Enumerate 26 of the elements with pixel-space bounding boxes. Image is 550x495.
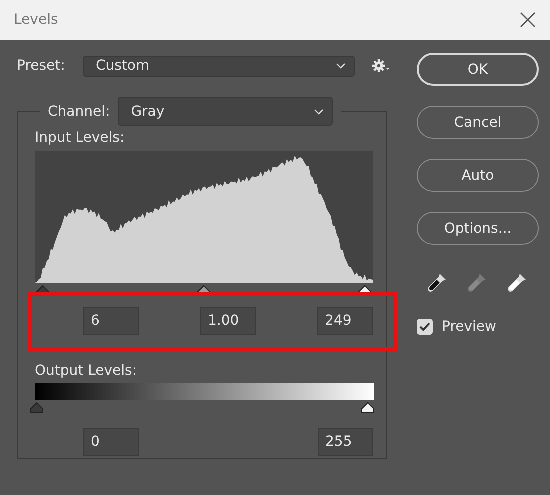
output-levels-label: Output Levels: [35, 363, 138, 379]
input-level-field[interactable]: 1.00 [200, 307, 256, 335]
slider-handle[interactable] [361, 402, 375, 414]
chevron-icon [336, 63, 346, 69]
input-level-field[interactable]: 6 [83, 307, 139, 335]
preset-dropdown[interactable]: Custom [83, 56, 355, 76]
dialog-button[interactable]: Cancel [417, 106, 539, 139]
close-icon[interactable] [520, 12, 536, 28]
dialog-button[interactable]: Auto [417, 159, 539, 192]
preset-label: Preset: [17, 58, 66, 74]
output-level-field[interactable]: 255 [318, 428, 373, 456]
chevron-icon [314, 108, 324, 114]
dialog-button[interactable]: Options... [417, 212, 539, 245]
preview-checkbox[interactable] [417, 319, 433, 335]
dialog-button[interactable]: OK [417, 53, 539, 86]
channel-dropdown[interactable]: Gray [118, 97, 334, 126]
input-levels-label: Input Levels: [35, 130, 126, 146]
settings-icon[interactable] [372, 59, 390, 73]
window-title: Levels [14, 12, 58, 28]
output-level-field[interactable]: 0 [83, 428, 138, 456]
input-level-field[interactable]: 249 [317, 307, 373, 335]
channel-label: Channel: [48, 104, 110, 120]
eyedropper-icon[interactable] [425, 271, 449, 295]
preview-label: Preview [442, 319, 496, 335]
eyedropper-icon[interactable] [505, 271, 529, 295]
slider-handle[interactable] [30, 402, 44, 414]
